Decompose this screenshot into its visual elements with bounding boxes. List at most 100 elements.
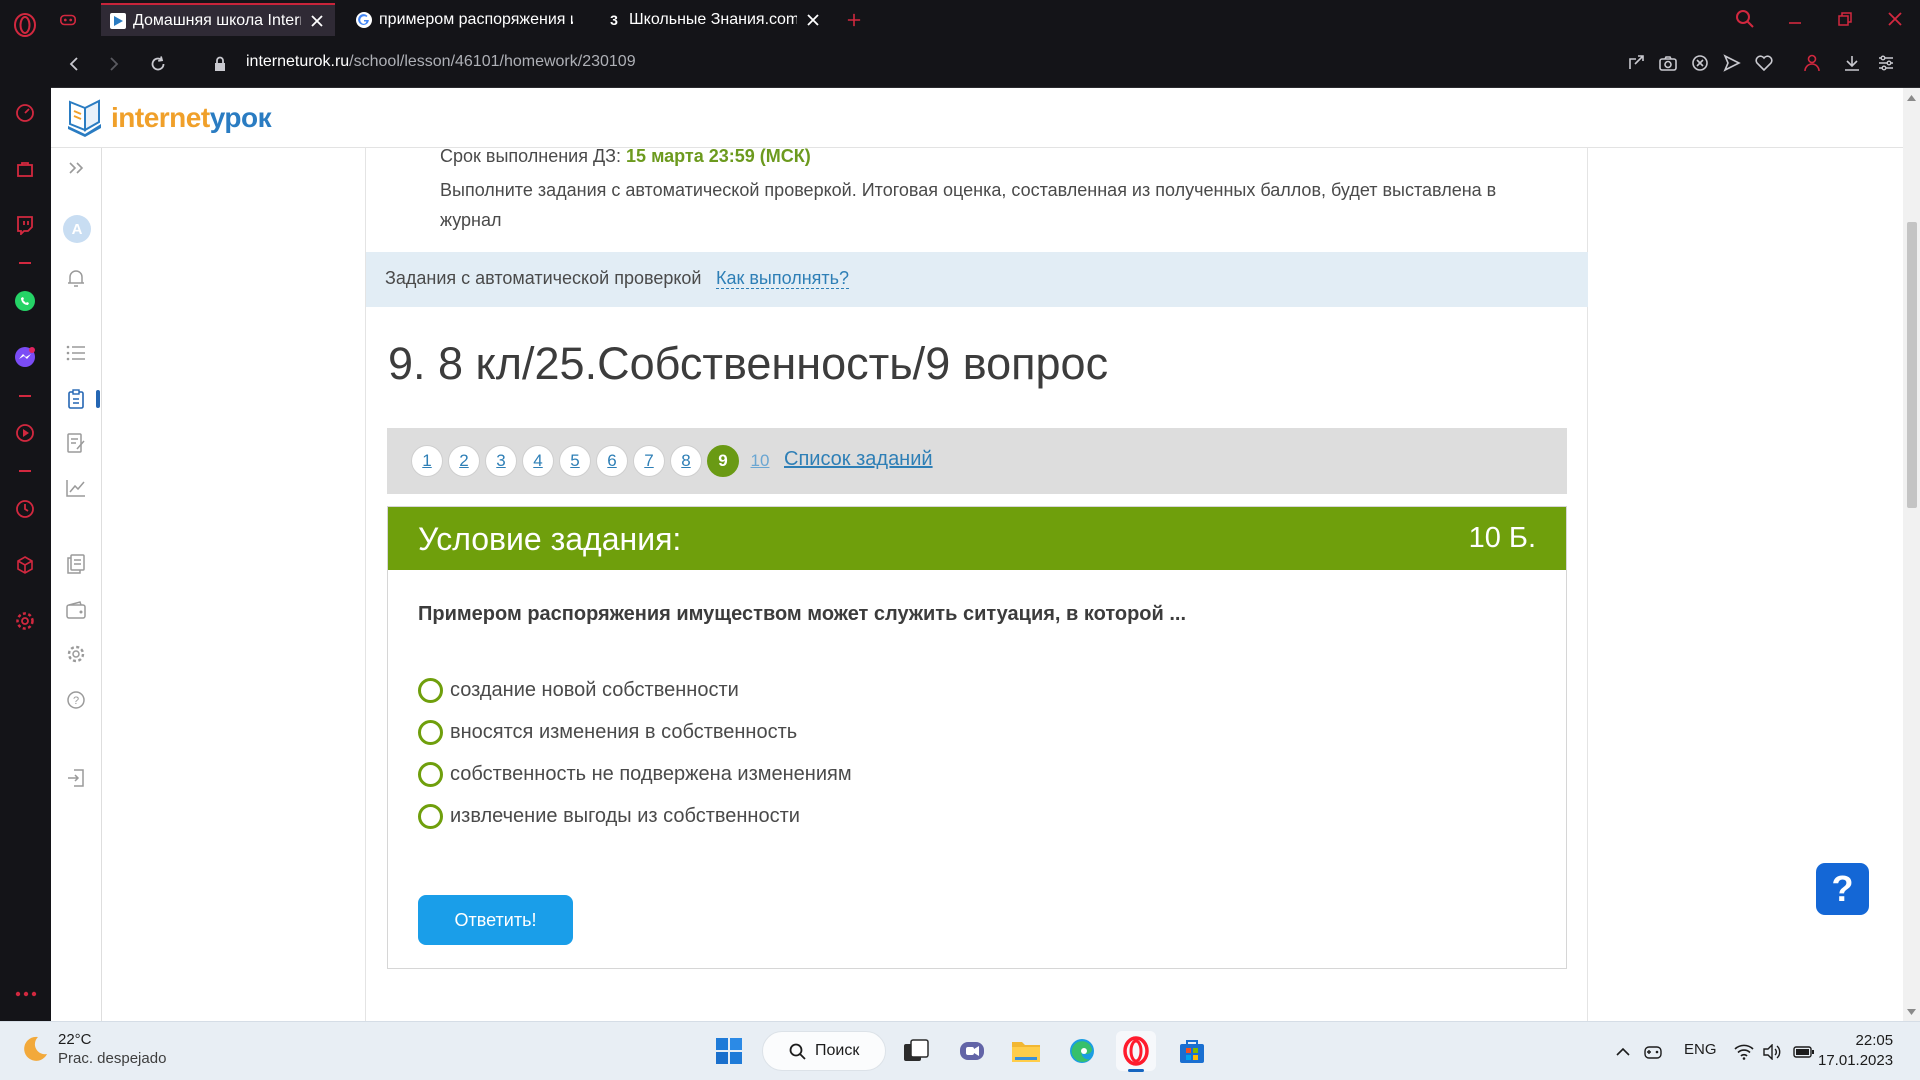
answer-option[interactable]: вносятся изменения в собственность [418,711,852,753]
downloads-icon[interactable] [1841,52,1863,74]
edge-browser-icon[interactable] [1062,1031,1102,1071]
volume-icon[interactable] [1761,1041,1783,1063]
system-clock[interactable]: 22:05 17.01.2023 [1818,1031,1893,1071]
page-scrollbar[interactable] [1903,88,1920,1021]
tab-google-search[interactable]: примером распоряжения имуществом [347,3,581,36]
scroll-down-icon[interactable] [1906,1006,1917,1017]
close-window-icon[interactable] [1875,4,1915,34]
page-link-6[interactable]: 6 [596,445,628,477]
microsoft-store-icon[interactable] [1172,1031,1212,1071]
answer-option[interactable]: извлечение выгоды из собственности [418,795,852,837]
tray-chevron-up-icon[interactable] [1612,1041,1634,1063]
web-page: Срок выполнения ДЗ: 15 марта 23:59 (МСК)… [51,88,1903,1021]
radio-button[interactable] [418,719,443,745]
more-dots-icon[interactable] [11,984,41,1004]
list-icon[interactable] [64,341,88,365]
ad-block-icon[interactable] [1689,52,1711,74]
page-link-3[interactable]: 3 [485,445,517,477]
profile-icon[interactable] [1801,52,1823,74]
url-domain: interneturok.ru [246,53,350,70]
page-link-4[interactable]: 4 [522,445,554,477]
teams-chat-icon[interactable] [952,1031,992,1071]
task-list-link[interactable]: Список заданий [784,448,933,471]
help-button[interactable]: ? [1816,863,1869,915]
forward-icon[interactable] [101,51,127,77]
opera-browser-icon[interactable] [1116,1031,1156,1072]
start-windows-icon[interactable] [709,1031,749,1071]
opera-logo-icon[interactable] [8,8,42,42]
page-link-7[interactable]: 7 [633,445,665,477]
player-icon[interactable] [8,416,42,450]
send-icon[interactable] [1721,52,1743,74]
wifi-icon[interactable] [1733,1041,1755,1063]
history-icon[interactable] [8,492,42,526]
radio-button[interactable] [418,677,443,703]
answer-option[interactable]: собственность не подвержена изменениям [418,753,852,795]
progress-chart-icon[interactable] [64,476,88,500]
lock-icon[interactable] [207,51,233,77]
workspaces-icon[interactable] [51,3,85,36]
page-link-2[interactable]: 2 [448,445,480,477]
avatar[interactable]: A [63,215,91,243]
close-tab-icon[interactable] [803,10,823,30]
weather-widget[interactable]: 22°C Prac. despejado [20,1031,166,1067]
how-to-link[interactable]: Как выполнять? [716,268,850,289]
task-view-icon[interactable] [896,1031,936,1071]
easy-setup-icon[interactable] [1875,52,1897,74]
answer-option[interactable]: создание новой собственности [418,669,852,711]
minimize-icon[interactable] [1775,4,1815,34]
input-language[interactable]: ENG [1684,1041,1717,1058]
url-path: /school/lesson/46101/homework/230109 [349,53,636,70]
extensions-cube-icon[interactable] [8,548,42,582]
homework-clipboard-icon[interactable] [64,387,88,411]
taskbar-search[interactable]: Поиск [762,1031,886,1071]
bookmark-heart-icon[interactable] [1753,52,1775,74]
tray-gamepad-icon[interactable] [1642,1041,1664,1063]
tab-znanija[interactable]: 3 Школьные Знания.com - Решаем [597,3,831,36]
wallet-icon[interactable] [64,598,88,622]
twitch-icon[interactable] [8,208,42,242]
settings-icon[interactable] [64,642,88,666]
deadline-label: Срок выполнения ДЗ: [440,146,622,166]
logout-icon[interactable] [64,766,88,790]
page-link-9-current[interactable]: 9 [707,445,739,477]
clock-date: 17.01.2023 [1818,1052,1894,1069]
temperature: 22°C [58,1031,92,1048]
site-sidebar: A ? [51,148,102,1021]
back-icon[interactable] [61,51,87,77]
share-icon[interactable] [1625,52,1647,74]
scroll-thumb[interactable] [1907,222,1917,508]
url-field[interactable]: interneturok.ru/school/lesson/46101/home… [246,53,636,71]
question-text: Примером распоряжения имуществом может с… [418,603,1187,625]
close-tab-icon[interactable] [307,11,327,31]
radio-button[interactable] [418,761,443,787]
page-link-1[interactable]: 1 [411,445,443,477]
documents-icon[interactable] [64,552,88,576]
page-link-10[interactable]: 10 [744,445,776,477]
whatsapp-icon[interactable] [8,284,42,318]
auto-check-band: Задания с автоматической проверкой Как в… [366,252,1588,307]
expand-chevrons-icon[interactable] [64,156,88,180]
restore-icon[interactable] [1825,4,1865,34]
help-circle-icon[interactable]: ? [64,688,88,712]
file-explorer-icon[interactable] [1006,1031,1046,1071]
scroll-up-icon[interactable] [1906,92,1917,103]
submit-answer-button[interactable]: Ответить! [418,895,573,945]
battery-icon[interactable] [1793,1041,1815,1063]
tab-search-icon[interactable] [1725,4,1765,34]
page-link-5[interactable]: 5 [559,445,591,477]
shopping-bag-icon[interactable] [8,152,42,186]
tab-interneturok[interactable]: Домашняя школа InternetУрок [101,3,335,36]
opera-sidebar [0,0,51,1021]
notifications-bell-icon[interactable] [64,266,88,290]
new-tab-icon[interactable] [839,3,869,36]
messenger-icon[interactable] [8,340,42,374]
notes-edit-icon[interactable] [64,431,88,455]
settings-gear-icon[interactable] [8,604,42,638]
speed-dial-icon[interactable] [8,96,42,130]
page-link-8[interactable]: 8 [670,445,702,477]
snapshot-camera-icon[interactable] [1657,52,1679,74]
reload-icon[interactable] [145,51,171,77]
radio-button[interactable] [418,803,443,829]
site-logo[interactable]: internetурок [65,98,272,138]
